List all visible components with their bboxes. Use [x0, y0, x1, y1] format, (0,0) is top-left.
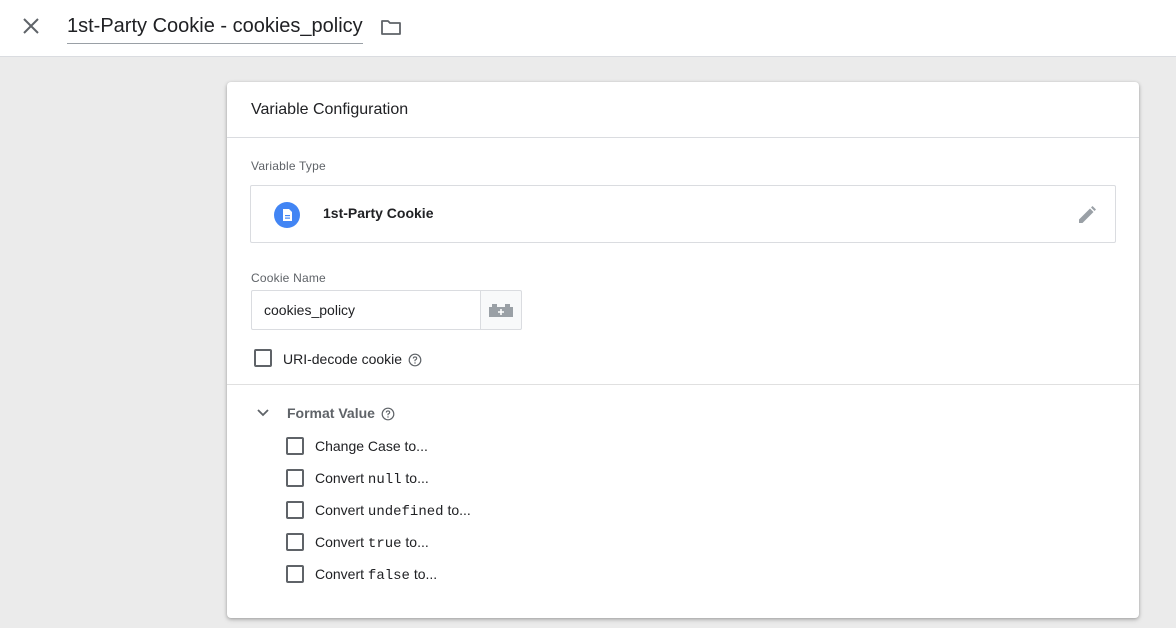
format-value-label: Format Value: [287, 405, 375, 421]
pencil-icon[interactable]: [1075, 203, 1099, 227]
folder-icon[interactable]: [379, 15, 403, 39]
uri-decode-checkbox[interactable]: [254, 349, 272, 367]
cookie-name-input[interactable]: cookies_policy: [251, 290, 481, 330]
convert-undefined-checkbox[interactable]: [286, 501, 304, 519]
uri-decode-label: URI-decode cookie: [283, 351, 403, 367]
convert-null-checkbox[interactable]: [286, 469, 304, 487]
convert-true-checkbox[interactable]: [286, 533, 304, 551]
change-case-checkbox[interactable]: [286, 437, 304, 455]
close-icon[interactable]: [19, 14, 43, 38]
variable-type-name: 1st-Party Cookie: [323, 205, 434, 221]
variable-name-field[interactable]: 1st-Party Cookie - cookies_policy: [67, 13, 363, 44]
cookie-name-label: Cookie Name: [251, 271, 326, 285]
convert-undefined-label: Convert undefined to...: [315, 502, 471, 520]
convert-false-label: Convert false to...: [315, 566, 438, 584]
variable-configuration-card: Variable Configuration Variable Type 1st…: [227, 82, 1139, 618]
top-bar: 1st-Party Cookie - cookies_policy: [0, 0, 1176, 57]
variable-type-label: Variable Type: [251, 159, 326, 173]
chevron-down-icon[interactable]: [255, 404, 271, 420]
lego-brick-icon: [489, 304, 513, 317]
change-case-label: Change Case to...: [315, 438, 428, 454]
variable-type-selector[interactable]: 1st-Party Cookie: [250, 185, 1116, 243]
help-icon[interactable]: [381, 407, 395, 421]
document-icon: [274, 202, 300, 228]
convert-true-label: Convert true to...: [315, 534, 429, 552]
card-header: Variable Configuration: [227, 82, 1139, 138]
section-divider: [227, 384, 1139, 385]
card-title: Variable Configuration: [251, 100, 409, 118]
insert-variable-button[interactable]: [480, 290, 522, 330]
convert-null-label: Convert null to...: [315, 470, 429, 488]
convert-false-checkbox[interactable]: [286, 565, 304, 583]
help-icon[interactable]: [408, 353, 422, 367]
page-title: 1st-Party Cookie - cookies_policy: [67, 15, 363, 37]
